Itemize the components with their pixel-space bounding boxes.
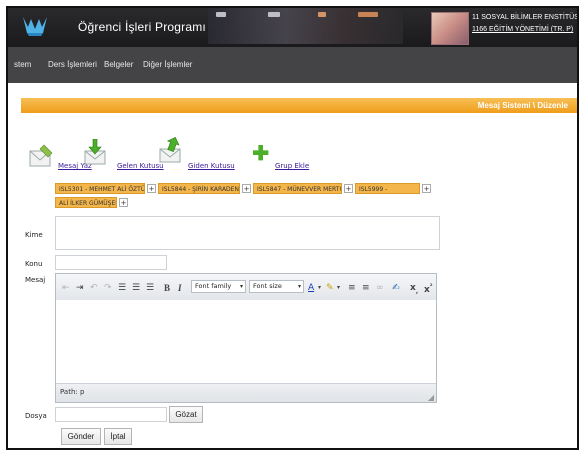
inbox-icon [84, 139, 106, 165]
recipient-add-button[interactable]: + [242, 184, 251, 193]
editor-statusbar: Path: p ◢ [56, 383, 436, 402]
numbered-list-icon[interactable]: ≡ [362, 283, 370, 293]
app-window: Öğrenci İşleri Programı 11 SOSYAL BİLİML… [6, 6, 579, 450]
avatar [431, 12, 469, 45]
menu-item-sistem[interactable]: stem [14, 60, 31, 69]
undo-icon[interactable]: ↶ [90, 283, 98, 293]
indent-icon[interactable]: ⇥ [76, 283, 84, 293]
editor-body[interactable] [56, 300, 436, 386]
breadcrumb: Mesaj Sistemi \ Düzenle [477, 101, 568, 110]
chevron-down-icon: ▾ [239, 283, 243, 290]
bold-button[interactable]: B [164, 283, 170, 293]
institution-info: 11 SOSYAL BİLİMLER ENSTİTÜSÜ 1166 EĞİTİM… [472, 12, 579, 36]
link-icon[interactable]: ∞ [376, 283, 384, 293]
recipient-chip: ISL5999 - [355, 183, 420, 194]
recipient-add-button[interactable]: + [119, 198, 128, 207]
recipient-chip: ISL5844 - ŞİRİN KARADENİZ [158, 183, 240, 194]
app-header: Öğrenci İşleri Programı 11 SOSYAL BİLİML… [8, 8, 577, 47]
text-color-icon[interactable]: A [308, 283, 314, 293]
recipient-chip: ISL5301 - MEHMET ALİ ÖZTÜRK [55, 183, 145, 194]
recipient-chip: ISL5847 - MÜNEVVER MERTOĞLU [253, 183, 342, 194]
institution-line1: 11 SOSYAL BİLİMLER ENSTİTÜSÜ [472, 14, 579, 21]
message-label: Mesaj [25, 276, 46, 284]
file-label: Dosya [25, 412, 47, 420]
browse-button[interactable]: Gözat [169, 406, 203, 423]
menu-item-ders-islemleri[interactable]: Ders İşlemleri [48, 60, 97, 69]
page-title-bar: Mesaj Sistemi \ Düzenle [21, 98, 577, 113]
inbox-link[interactable]: Gelen Kutusu [117, 162, 164, 170]
font-size-value: Font size [253, 282, 282, 290]
bullet-list-icon[interactable]: ≡ [348, 283, 356, 293]
add-group-link[interactable]: Grup Ekle [275, 162, 309, 170]
superscript-icon[interactable]: x² [424, 283, 432, 295]
element-path: Path: p [60, 388, 85, 396]
align-center-icon[interactable]: ☰ [132, 283, 140, 293]
logo-icon [23, 17, 47, 36]
outbox-icon [159, 137, 181, 163]
outbox-link[interactable]: Giden Kutusu [188, 162, 235, 170]
italic-button[interactable]: I [178, 283, 182, 293]
institution-line2: 1166 EĞİTİM YÖNETİMİ (TR. P) [472, 26, 574, 33]
font-family-value: Font family [195, 282, 232, 290]
highlight-color-icon[interactable]: ✎ [326, 283, 334, 293]
send-button[interactable]: Gönder [61, 428, 101, 445]
subscript-icon[interactable]: x, [410, 283, 418, 295]
recipient-add-button[interactable]: + [344, 184, 353, 193]
subject-input[interactable] [55, 255, 167, 270]
align-right-icon[interactable]: ☰ [146, 283, 154, 293]
redo-icon[interactable]: ↷ [104, 283, 112, 293]
menu-item-diger-islemler[interactable]: Diğer İşlemler [143, 60, 192, 69]
chevron-down-icon[interactable]: ▾ [318, 284, 321, 291]
cancel-button[interactable]: İptal [104, 428, 132, 445]
menu-item-belgeler[interactable]: Belgeler [104, 60, 133, 69]
recipient-chip: ALİ İLKER GÜMÜŞELİ [55, 197, 117, 208]
align-left-icon[interactable]: ☰ [118, 283, 126, 293]
edit-html-icon[interactable]: ✍ [392, 283, 400, 293]
app-title: Öğrenci İşleri Programı [78, 20, 206, 34]
message-editor: ⇤ ⇥ ↶ ↷ ☰ ☰ ☰ B I Font family ▾ Font siz… [55, 273, 437, 403]
recipient-add-button[interactable]: + [147, 184, 156, 193]
header-banner-image [208, 8, 403, 44]
resize-handle-icon[interactable]: ◢ [428, 393, 434, 402]
recipient-add-button[interactable]: + [422, 184, 431, 193]
file-input[interactable] [55, 407, 167, 422]
font-family-select[interactable]: Font family ▾ [191, 280, 246, 293]
chevron-down-icon[interactable]: ▾ [337, 284, 340, 291]
main-menu: stem Ders İşlemleri Belgeler Diğer İşlem… [8, 47, 577, 83]
editor-toolbar: ⇤ ⇥ ↶ ↷ ☰ ☰ ☰ B I Font family ▾ Font siz… [56, 274, 436, 301]
envelope-pencil-icon [29, 144, 53, 167]
font-size-select[interactable]: Font size ▾ [249, 280, 304, 293]
outdent-icon[interactable]: ⇤ [62, 283, 70, 293]
to-label: Kime [25, 231, 43, 239]
subject-label: Konu [25, 260, 43, 268]
plus-icon [253, 145, 269, 161]
to-field[interactable] [55, 216, 440, 250]
chevron-down-icon: ▾ [297, 283, 301, 290]
